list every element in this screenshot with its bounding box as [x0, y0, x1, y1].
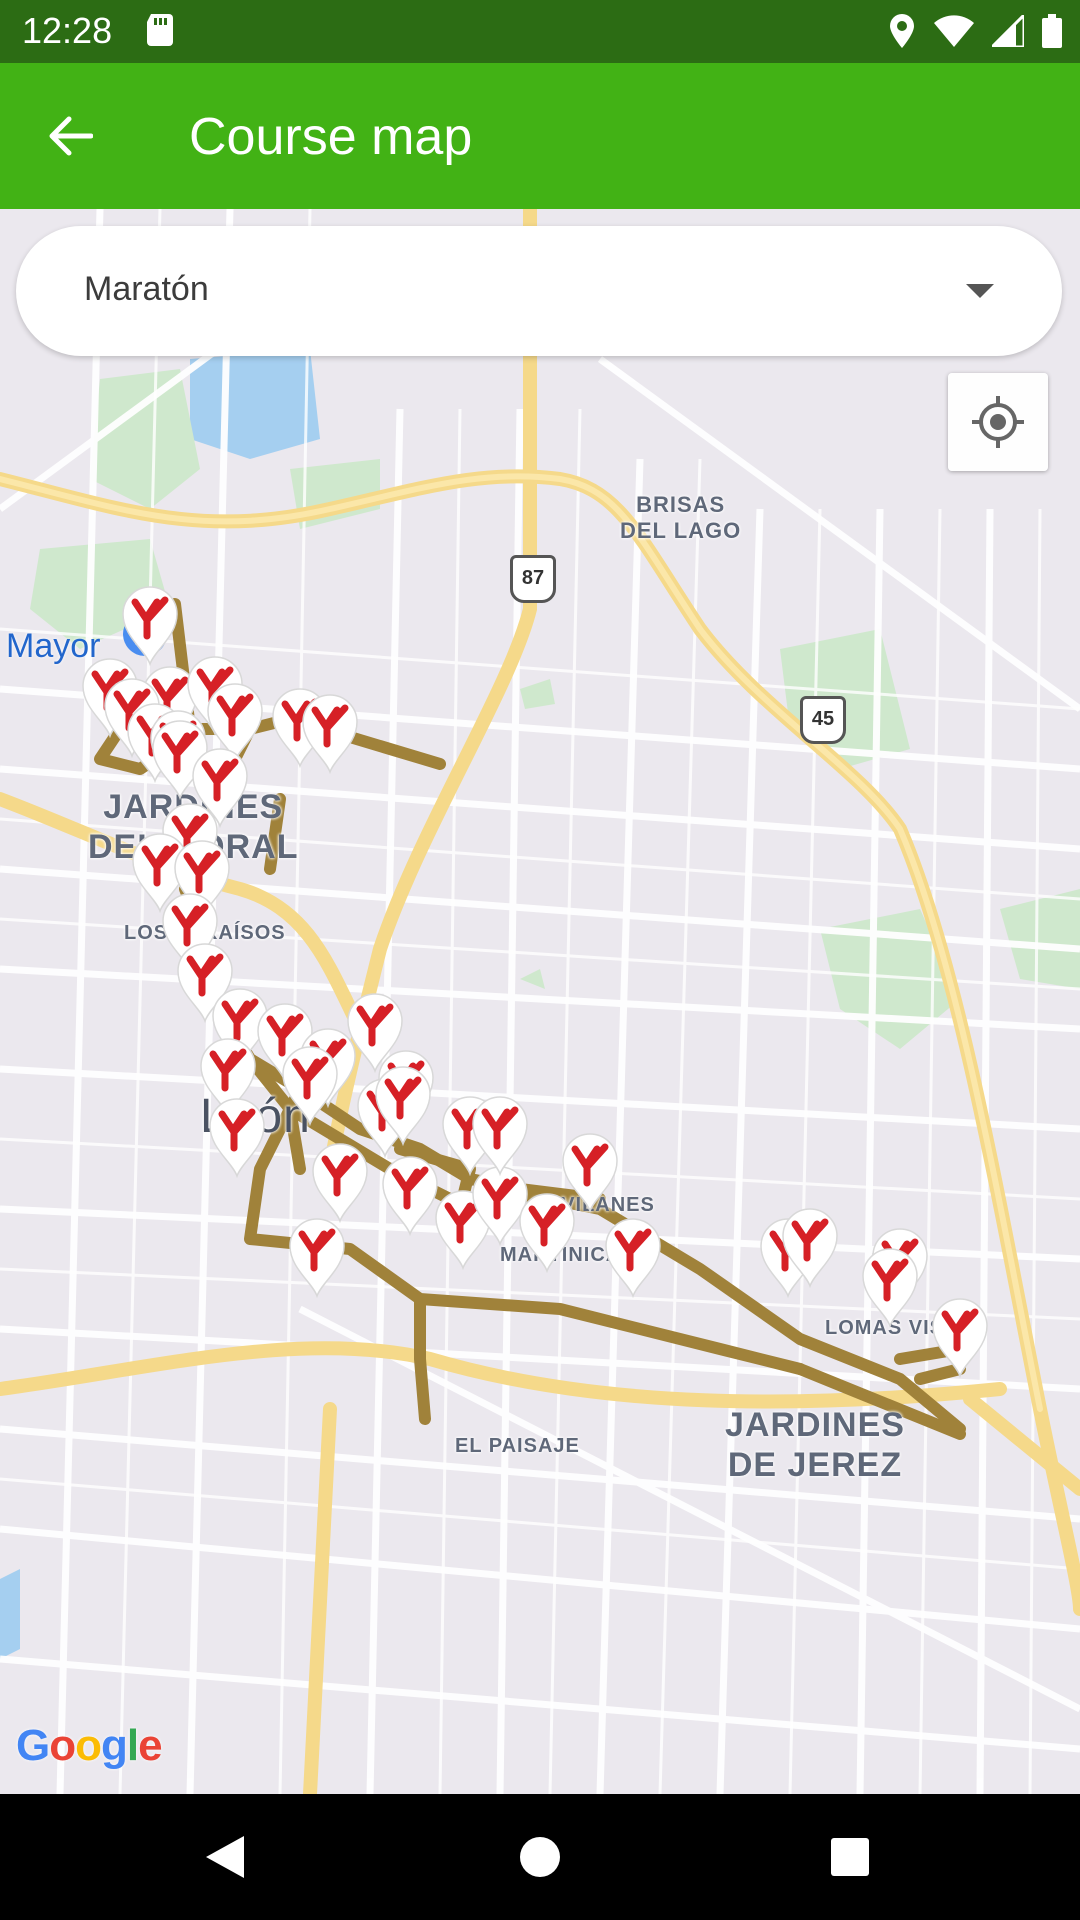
course-marker-icon[interactable] [119, 584, 181, 667]
sd-card-icon [147, 14, 173, 46]
back-triangle-icon [206, 1836, 244, 1878]
course-marker-icon[interactable] [286, 1216, 348, 1299]
my-location-button[interactable] [948, 373, 1048, 471]
map-base [0, 209, 1080, 1794]
chevron-down-icon [966, 284, 994, 298]
status-time: 12:28 [22, 10, 113, 51]
course-marker-icon[interactable] [602, 1216, 664, 1299]
course-marker-icon[interactable] [309, 1141, 371, 1224]
battery-icon [1042, 14, 1062, 48]
signal-icon [992, 15, 1024, 47]
course-marker-icon[interactable] [206, 1096, 268, 1179]
status-bar: 12:28 [0, 0, 1080, 63]
course-marker-icon[interactable] [859, 1246, 921, 1329]
course-marker-icon[interactable] [279, 1044, 341, 1127]
back-button[interactable] [30, 103, 110, 169]
course-marker-icon[interactable] [779, 1206, 841, 1289]
course-dropdown[interactable]: Maratón [16, 226, 1062, 356]
nav-back-button[interactable] [190, 1824, 260, 1890]
place-label-el-paisaje: EL PAISAJE [455, 1435, 580, 1457]
google-logo: Google [16, 1721, 163, 1770]
crosshair-icon [972, 396, 1024, 448]
course-marker-icon[interactable] [929, 1296, 991, 1379]
place-label-jardines-de-jerez: JARDINES DE JEREZ [725, 1406, 905, 1484]
page-title: Course map [189, 108, 473, 166]
nav-recents-button[interactable] [815, 1824, 885, 1890]
course-marker-icon[interactable] [469, 1094, 531, 1177]
recents-square-icon [831, 1838, 869, 1876]
navigation-bar [0, 1794, 1080, 1920]
course-map[interactable]: BRISASDEL LAGO JARDINESDEL MORAL LOS PAR… [0, 209, 1080, 1794]
home-circle-icon [520, 1837, 560, 1877]
location-icon [890, 14, 914, 48]
course-marker-icon[interactable] [516, 1191, 578, 1274]
place-label-brisas-del-lago: BRISAS DEL LAGO [620, 492, 742, 543]
course-marker-icon[interactable] [372, 1064, 434, 1147]
highway-shield-87: 87 [510, 555, 556, 603]
highway-shield-45: 45 [800, 696, 846, 744]
course-dropdown-value: Maratón [84, 270, 209, 308]
arrow-left-icon [49, 116, 93, 156]
wifi-icon [934, 15, 974, 47]
app-bar: Course map [0, 63, 1080, 209]
nav-home-button[interactable] [505, 1824, 575, 1890]
course-marker-icon[interactable] [299, 692, 361, 775]
